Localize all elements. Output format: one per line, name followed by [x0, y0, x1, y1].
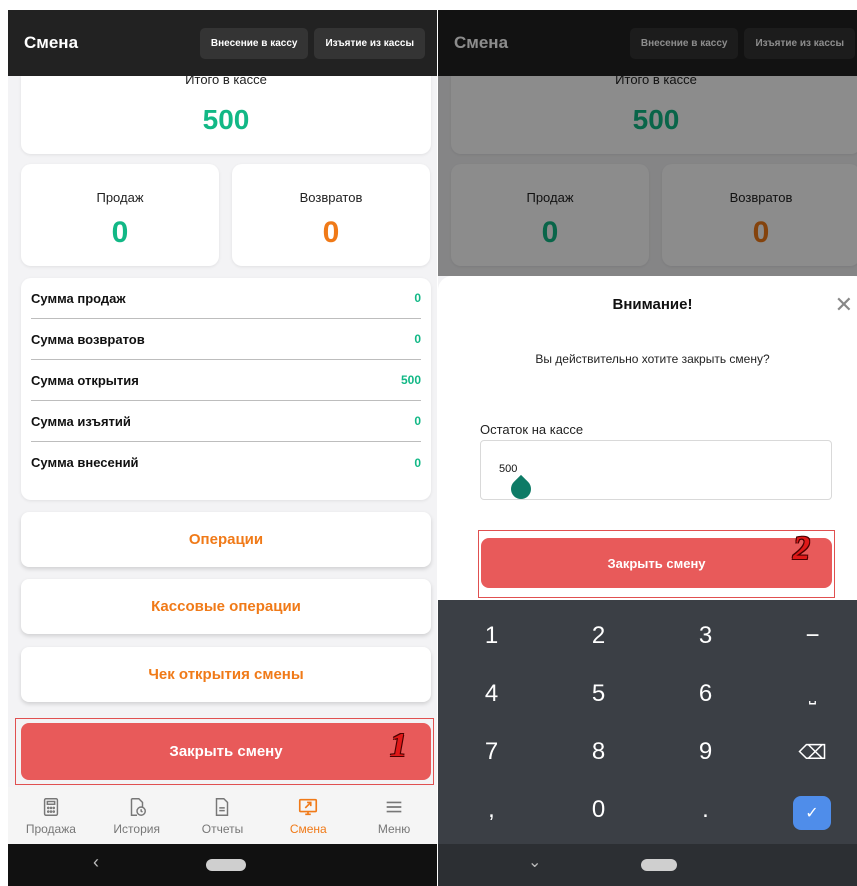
system-nav-bar: ⌄ — [438, 844, 857, 886]
home-pill-icon[interactable] — [641, 859, 677, 871]
cash-total-label: Итого в кассе — [185, 72, 267, 87]
confirm-dialog: Внимание! ✕ Вы действительно хотите закр… — [438, 276, 857, 600]
cash-remainder-value: 500 — [499, 463, 518, 475]
key-6[interactable]: 6 — [652, 668, 759, 720]
nav-item-menu[interactable]: Меню — [351, 787, 437, 844]
sum-label: Сумма возвратов — [31, 331, 145, 347]
key-0[interactable]: 0 — [545, 784, 652, 836]
nav-label: Отчеты — [201, 821, 244, 836]
nav-label: Смена — [289, 821, 327, 836]
key-9[interactable]: 9 — [652, 726, 759, 778]
returns-count-value: 0 — [322, 216, 340, 249]
back-icon[interactable]: ‹ — [93, 852, 99, 873]
nav-item-reports[interactable]: Отчеты — [180, 787, 266, 844]
sum-value: 0 — [414, 455, 421, 470]
nav-label: Продажа — [25, 821, 76, 836]
deposit-button[interactable]: Внесение в кассу — [199, 27, 309, 59]
close-shift-dialog-screen: Смена Внесение в кассу Изъятие из кассы … — [438, 10, 857, 886]
key-3[interactable]: 3 — [652, 610, 759, 662]
sum-label: Сумма изъятий — [31, 413, 131, 429]
system-nav-bar: ‹ — [8, 844, 437, 886]
key-1[interactable]: 1 — [438, 610, 545, 662]
calculator-icon — [43, 797, 59, 816]
sales-count-label: Продаж — [96, 190, 144, 205]
sum-row: Сумма возвратов 0 — [31, 319, 421, 360]
confirm-close-shift-button[interactable]: Закрыть смену — [481, 538, 832, 588]
sum-label: Сумма открытия — [31, 372, 139, 388]
report-icon — [216, 797, 229, 816]
key-8[interactable]: 8 — [545, 726, 652, 778]
app-bar: Смена Внесение в кассу Изъятие из кассы — [8, 10, 437, 76]
sum-label: Сумма продаж — [31, 290, 126, 306]
returns-count-label: Возвратов — [299, 190, 363, 205]
enter-check-icon[interactable]: ✓ — [793, 796, 831, 830]
key-2[interactable]: 2 — [545, 610, 652, 662]
sum-value: 0 — [414, 332, 421, 346]
opening-receipt-button[interactable]: Чек открытия смены — [21, 647, 431, 702]
key-4[interactable]: 4 — [438, 668, 545, 720]
nav-label: Меню — [377, 821, 411, 836]
numeric-keyboard: 1 2 3 − 4 5 6 ⎵ 7 8 9 ⌫ , 0 . ✓ — [438, 600, 857, 844]
bottom-nav: Продажа История Отчеты Смена Меню — [8, 787, 437, 844]
home-pill-icon[interactable] — [206, 859, 246, 871]
screenshot-stage: Смена Внесение в кассу Изъятие из кассы … — [0, 0, 857, 886]
dialog-title: Внимание! — [612, 296, 693, 313]
withdraw-button[interactable]: Изъятие из кассы — [314, 27, 425, 59]
cash-operations-button[interactable]: Кассовые операции — [21, 579, 431, 634]
sum-row: Сумма изъятий 0 — [31, 401, 421, 442]
modal-backdrop[interactable] — [438, 10, 857, 276]
nav-item-shift[interactable]: Смена — [265, 787, 351, 844]
history-icon — [130, 797, 146, 816]
key-dot[interactable]: . — [652, 784, 759, 836]
hide-keyboard-icon[interactable]: ⌄ — [528, 852, 541, 872]
sum-row: Сумма продаж 0 — [31, 278, 421, 319]
text-cursor-handle-icon[interactable] — [506, 474, 536, 504]
sum-label: Сумма внесений — [31, 455, 139, 470]
cash-remainder-input[interactable]: 500 — [480, 440, 832, 504]
returns-count-card: Возвратов 0 — [232, 164, 430, 266]
dialog-message: Вы действительно хотите закрыть смену? — [535, 352, 770, 366]
cash-total-card: Итого в кассе 500 — [21, 72, 431, 154]
key-minus[interactable]: − — [759, 610, 857, 662]
nav-item-history[interactable]: История — [94, 787, 180, 844]
key-5[interactable]: 5 — [545, 668, 652, 720]
close-shift-button[interactable]: Закрыть смену — [21, 723, 431, 780]
operations-button[interactable]: Операции — [21, 512, 431, 567]
sum-value: 0 — [414, 414, 421, 428]
nav-label: История — [113, 821, 160, 836]
close-icon[interactable]: ✕ — [835, 294, 853, 316]
sales-count-card: Продаж 0 — [21, 164, 219, 266]
page-title: Смена — [24, 33, 79, 52]
menu-icon — [386, 801, 402, 812]
sum-value: 500 — [400, 373, 421, 387]
backspace-icon[interactable]: ⌫ — [759, 726, 857, 778]
sum-value: 0 — [414, 291, 421, 305]
shift-screen: Смена Внесение в кассу Изъятие из кассы … — [8, 10, 437, 886]
cash-remainder-label: Остаток на кассе — [480, 422, 584, 437]
shift-icon — [299, 798, 318, 815]
space-icon[interactable]: ⎵ — [759, 668, 857, 720]
key-7[interactable]: 7 — [438, 726, 545, 778]
nav-item-sale[interactable]: Продажа — [8, 787, 94, 844]
step-marker-1: 1 — [390, 727, 407, 764]
sums-card: Сумма продаж 0 Сумма возвратов 0 Сумма о… — [21, 278, 431, 500]
sales-count-value: 0 — [111, 216, 129, 249]
sum-row: Сумма открытия 500 — [31, 360, 421, 401]
key-comma[interactable]: , — [438, 784, 545, 836]
step-marker-2: 2 — [793, 530, 810, 567]
cash-total-value: 500 — [202, 104, 250, 135]
sum-row: Сумма внесений 0 — [31, 442, 421, 483]
